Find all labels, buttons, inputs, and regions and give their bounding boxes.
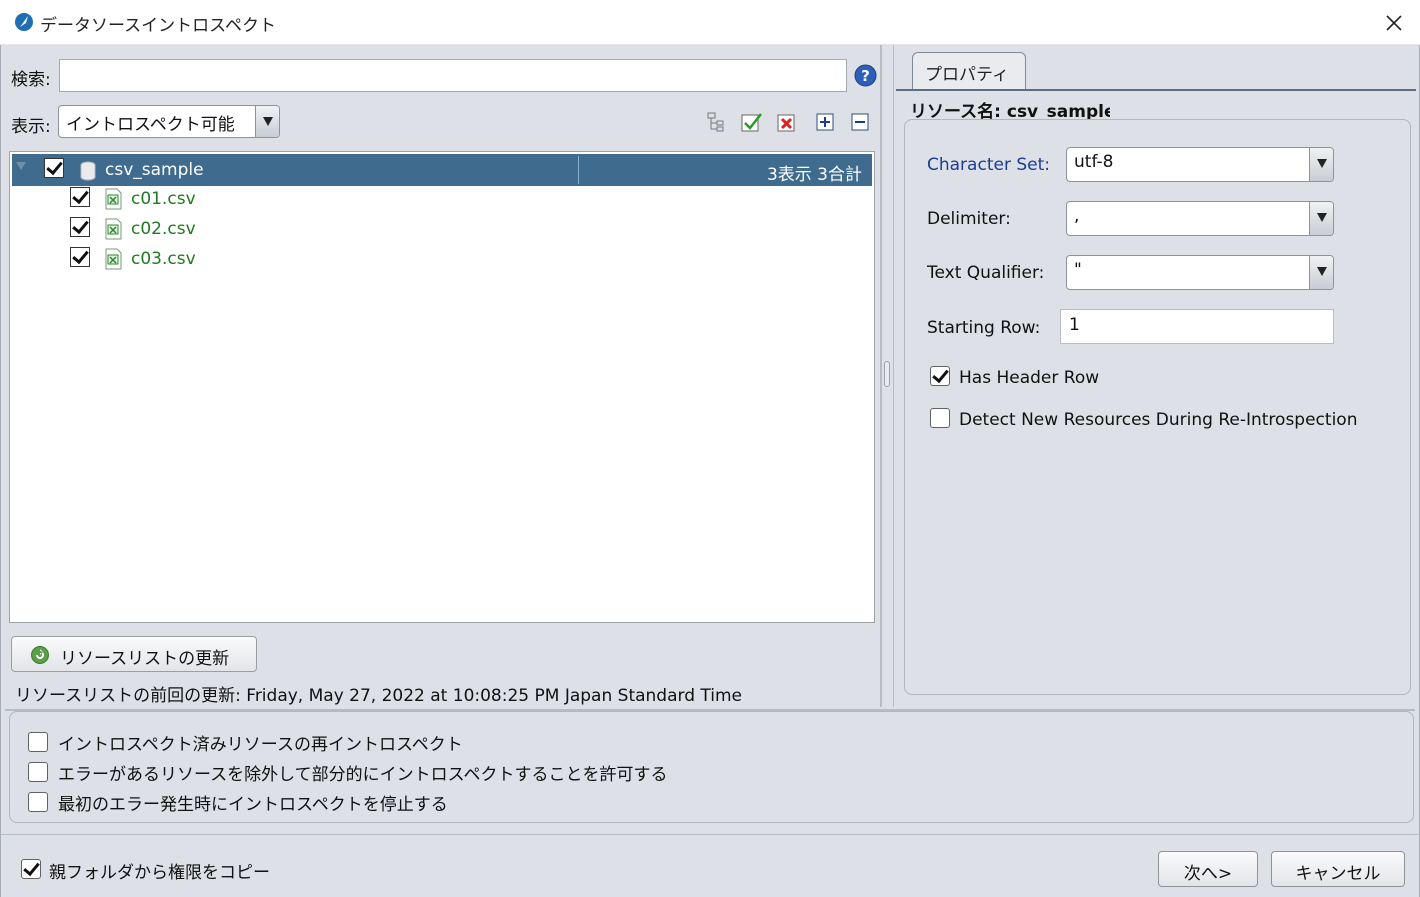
close-icon[interactable]	[1380, 9, 1408, 37]
option-stop-on-error-label: 最初のエラー発生時にイントロスペクトを停止する	[58, 795, 448, 815]
tab-properties-label: プロパティ	[925, 65, 1009, 85]
character-set-select[interactable]: utf-8	[1066, 147, 1334, 182]
character-set-label[interactable]: Character Set:	[927, 155, 1050, 175]
file-label: c02.csv	[131, 219, 196, 239]
uncheck-all-icon[interactable]	[777, 111, 799, 133]
detect-new-resources-label: Detect New Resources During Re-Introspec…	[959, 410, 1358, 430]
view-filter-value: イントロスペクト可能	[66, 115, 235, 135]
refresh-resource-list-button[interactable]: リソースリストの更新	[11, 636, 257, 672]
copy-tree-icon[interactable]	[705, 111, 727, 133]
delimiter-label: Delimiter:	[927, 209, 1011, 229]
next-button-label: 次へ>	[1183, 864, 1233, 884]
detect-new-resources-checkbox[interactable]	[930, 408, 950, 428]
cancel-button-label: キャンセル	[1295, 864, 1381, 884]
delimiter-select[interactable]: ,	[1066, 201, 1334, 236]
expand-arrow-icon[interactable]	[16, 162, 26, 170]
csv-file-icon	[105, 188, 122, 210]
splitter-grip-icon[interactable]	[884, 361, 890, 387]
app-icon	[15, 13, 33, 31]
cancel-button[interactable]: キャンセル	[1271, 851, 1405, 887]
option-stop-on-error-checkbox[interactable]	[28, 792, 48, 812]
view-filter-select[interactable]: イントロスペクト可能	[58, 105, 280, 138]
delimiter-value: ,	[1074, 206, 1080, 226]
tab-underline	[896, 89, 1416, 91]
character-set-value: utf-8	[1074, 152, 1114, 172]
dialog-body: 検索: ? 表示: イントロスペクト可能 csv_sample 3表示 3合計 …	[0, 45, 1420, 897]
search-input[interactable]	[59, 59, 847, 92]
column-divider	[578, 156, 579, 184]
search-label: 検索:	[11, 70, 51, 90]
footer-divider	[1, 834, 1420, 835]
csv-file-icon	[105, 218, 122, 240]
tree-root-label: csv_sample	[105, 160, 204, 180]
text-qualifier-label: Text Qualifier:	[927, 263, 1045, 283]
tab-properties[interactable]: プロパティ	[912, 52, 1026, 89]
database-icon	[80, 161, 96, 181]
svg-text:?: ?	[861, 67, 870, 85]
has-header-row-checkbox[interactable]	[930, 366, 950, 386]
chevron-down-icon[interactable]	[1309, 148, 1333, 181]
resource-tree[interactable]: csv_sample 3表示 3合計 c01.csv c02.csv c03.c…	[9, 151, 875, 623]
title-bar: データソースイントロスペクト	[0, 0, 1420, 45]
properties-panel: Character Set: utf-8 Delimiter: , Text Q…	[904, 119, 1411, 695]
next-button[interactable]: 次へ>	[1158, 851, 1258, 887]
starting-row-value: 1	[1069, 315, 1080, 335]
last-refresh-text: リソースリストの前回の更新: Friday, May 27, 2022 at 1…	[15, 686, 742, 706]
option-reintrospect-label: イントロスペクト済みリソースの再イントロスペクト	[58, 735, 463, 755]
has-header-row-label: Has Header Row	[959, 368, 1100, 388]
chevron-down-icon[interactable]	[255, 106, 279, 137]
expand-all-icon[interactable]	[814, 111, 836, 133]
option-partial-checkbox[interactable]	[28, 762, 48, 782]
file-checkbox[interactable]	[70, 217, 90, 237]
check-all-icon[interactable]	[741, 111, 763, 133]
copy-permissions-label: 親フォルダから権限をコピー	[49, 863, 270, 883]
window-title: データソースイントロスペクト	[40, 16, 276, 36]
refresh-icon	[31, 646, 49, 664]
file-label: c01.csv	[131, 189, 196, 209]
text-qualifier-select[interactable]: "	[1066, 255, 1334, 290]
copy-permissions-checkbox[interactable]	[21, 859, 41, 879]
tree-row-root[interactable]: csv_sample 3表示 3合計	[12, 154, 872, 186]
file-checkbox[interactable]	[70, 187, 90, 207]
collapse-all-icon[interactable]	[849, 111, 871, 133]
resource-count: 3表示 3合計	[766, 165, 862, 185]
file-checkbox[interactable]	[70, 247, 90, 267]
chevron-down-icon[interactable]	[1309, 256, 1333, 289]
option-partial-label: エラーがあるリソースを除外して部分的にイントロスペクトすることを許可する	[58, 765, 668, 785]
root-checkbox[interactable]	[44, 158, 64, 178]
refresh-button-label: リソースリストの更新	[60, 649, 230, 669]
view-label: 表示:	[11, 117, 51, 137]
csv-file-icon	[105, 248, 122, 270]
help-icon[interactable]: ?	[854, 64, 877, 87]
chevron-down-icon[interactable]	[1309, 202, 1333, 235]
starting-row-label: Starting Row:	[927, 318, 1041, 338]
introspection-options-panel: イントロスペクト済みリソースの再イントロスペクト エラーがあるリソースを除外して…	[9, 711, 1414, 823]
starting-row-input[interactable]: 1	[1060, 309, 1334, 344]
vertical-splitter[interactable]	[878, 45, 895, 707]
option-reintrospect-checkbox[interactable]	[28, 732, 48, 752]
file-label: c03.csv	[131, 249, 196, 269]
text-qualifier-value: "	[1074, 260, 1082, 280]
